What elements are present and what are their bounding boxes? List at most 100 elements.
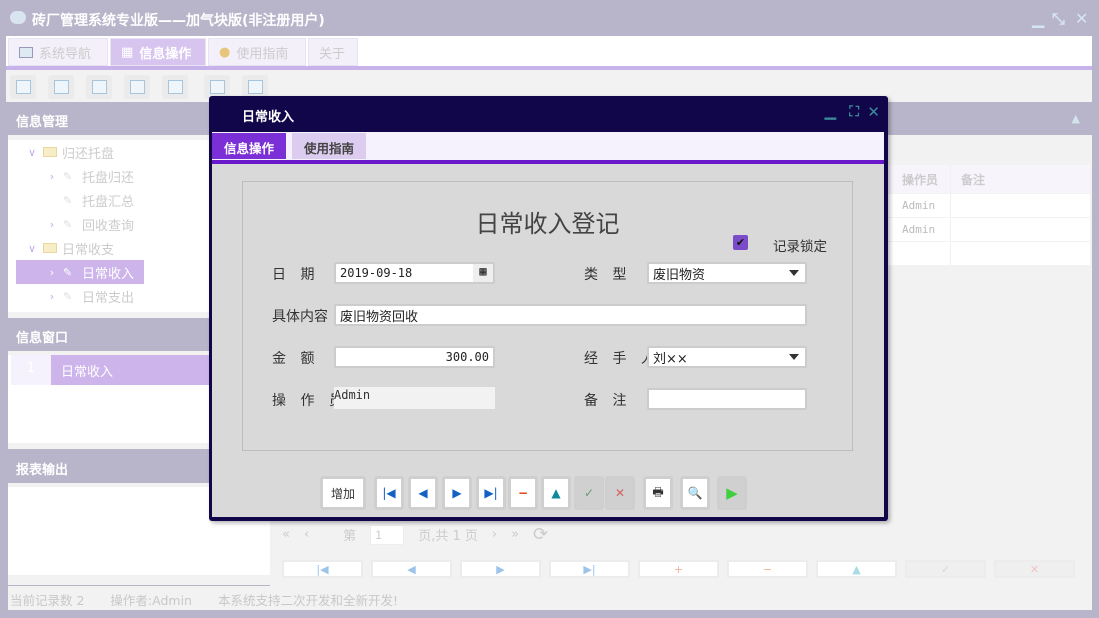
table-row-empty	[887, 242, 1090, 266]
add-record-button[interactable]: +	[638, 560, 719, 578]
window-icon	[247, 80, 263, 94]
type-label: 类 型	[584, 267, 632, 283]
first-page-button[interactable]: «	[282, 527, 290, 542]
chevron-down-icon	[789, 354, 799, 360]
cell-operator: Admin	[887, 194, 951, 217]
confirm-button[interactable]: ✓	[574, 476, 604, 510]
search-tool-button[interactable]	[10, 75, 36, 99]
dialog-tab-info-operation[interactable]: 信息操作	[212, 133, 287, 159]
table-row[interactable]: Admin	[887, 194, 1090, 218]
table-row[interactable]: Admin	[887, 218, 1090, 242]
record-lock-checkbox[interactable]: ✔	[733, 235, 748, 250]
grid-header: 操作员 备注	[887, 165, 1090, 194]
next-record-button[interactable]: ▶	[460, 560, 541, 578]
app-title: 砖厂管理系统专业版——加气块版(非注册用户)	[32, 13, 325, 29]
tab-info-operation[interactable]: ▦ 信息操作	[110, 38, 206, 66]
edit-button[interactable]: ▲	[541, 476, 571, 510]
tool-icon: ✎	[63, 169, 73, 183]
tab-about[interactable]: 关于	[308, 38, 358, 66]
window-index: 1	[11, 355, 51, 385]
prev-button[interactable]: ◀	[408, 476, 438, 510]
export-icon	[209, 80, 225, 94]
dialog-tab-user-guide[interactable]: 使用指南	[292, 133, 367, 159]
dialog-close-icon[interactable]: ✕	[867, 103, 880, 121]
amount-field[interactable]: 300.00	[334, 346, 495, 368]
document-tool-button[interactable]	[86, 75, 112, 99]
screen-tool-button[interactable]	[162, 75, 188, 99]
remark-field[interactable]	[647, 388, 807, 410]
dialog-body: 日常收入登记 ✔ 记录锁定 日 期 2019-09-18 ▦ 类 型 废旧物资 具…	[212, 164, 884, 517]
last-record-button[interactable]: ▶|	[549, 560, 630, 578]
last-button[interactable]: ▶|	[476, 476, 506, 510]
dialog-tabs: 信息操作 使用指南	[212, 132, 884, 162]
edit-record-button[interactable]: ▲	[816, 560, 897, 578]
content-field[interactable]: 废旧物资回收	[334, 304, 807, 326]
tab-label: 信息操作	[139, 46, 192, 62]
list-icon	[53, 80, 69, 94]
tab-label: 系统导航	[39, 46, 92, 62]
amount-label: 金 额	[272, 351, 320, 367]
dialog-minimize-icon[interactable]: ▁	[824, 102, 836, 120]
run-button[interactable]: ▶	[717, 476, 747, 510]
calendar-icon[interactable]: ▦	[473, 264, 493, 282]
content-label: 具体内容	[272, 309, 328, 325]
income-form: 日常收入登记 ✔ 记录锁定 日 期 2019-09-18 ▦ 类 型 废旧物资 具…	[242, 181, 853, 451]
record-count: 当前记录数 2	[10, 593, 85, 608]
tree-item-daily-income[interactable]: › ✎ 日常收入	[16, 260, 144, 284]
status-operator: 操作者:Admin	[110, 593, 192, 608]
tool-icon: ✎	[63, 265, 73, 279]
type-select[interactable]: 废旧物资	[647, 262, 807, 284]
dialog-title: 日常收入	[242, 110, 295, 125]
list-tool-button[interactable]	[48, 75, 74, 99]
refresh-icon[interactable]: ⟳	[533, 524, 548, 545]
monitor-icon	[19, 46, 33, 58]
dialog-maximize-icon[interactable]: ⛶	[849, 104, 859, 120]
play-icon: ▶	[720, 479, 744, 507]
page-prefix: 第	[343, 529, 357, 544]
close-icon[interactable]: ✕	[1075, 9, 1088, 28]
cancel-record-button[interactable]: ✕	[994, 560, 1075, 578]
chevron-down-icon	[789, 270, 799, 276]
document-icon	[91, 80, 107, 94]
folder-icon	[43, 243, 57, 253]
collapse-up-icon[interactable]: ▲	[1072, 112, 1080, 125]
printer-icon: 🖶	[646, 479, 670, 507]
user-tool-button[interactable]	[124, 75, 150, 99]
form-heading: 日常收入登记	[475, 210, 620, 238]
tab-label: 关于	[319, 46, 346, 62]
column-header-remark[interactable]: 备注	[951, 171, 985, 188]
prev-record-button[interactable]: ◀	[371, 560, 452, 578]
first-button[interactable]: |◀	[374, 476, 404, 510]
page-suffix: 页,共 1 页	[418, 529, 478, 544]
remark-label: 备 注	[584, 393, 632, 409]
tab-user-guide[interactable]: ● 使用指南	[208, 38, 306, 66]
screen-icon	[167, 80, 183, 94]
main-tabs: 系统导航 ▦ 信息操作 ● 使用指南 关于	[6, 36, 1092, 66]
cancel-button[interactable]: ✕	[605, 476, 635, 510]
tab-label: 使用指南	[236, 46, 289, 62]
next-button[interactable]: ▶	[442, 476, 472, 510]
data-grid: 操作员 备注 Admin Admin	[887, 165, 1090, 266]
restore-icon[interactable]: ⤡	[1052, 9, 1065, 29]
confirm-record-button[interactable]: ✓	[905, 560, 986, 578]
add-button[interactable]: 增加	[320, 476, 366, 510]
first-record-button[interactable]: |◀	[282, 560, 363, 578]
last-page-button[interactable]: »	[511, 527, 519, 542]
next-page-button[interactable]: ›	[492, 527, 497, 542]
status-note: 本系统支持二次开发和全新开发!	[217, 593, 398, 608]
tab-system-nav[interactable]: 系统导航	[8, 38, 108, 66]
minimize-icon[interactable]: ▁	[1032, 9, 1044, 28]
user-icon	[129, 80, 145, 94]
main-header: ▲	[887, 105, 1092, 135]
handler-select[interactable]: 刘××	[647, 346, 807, 368]
pager: « ‹ 第 页,共 1 页 › » ⟳	[282, 524, 548, 545]
prev-page-button[interactable]: ‹	[304, 527, 309, 542]
date-field[interactable]: 2019-09-18 ▦	[334, 262, 495, 284]
column-header-operator[interactable]: 操作员	[887, 165, 951, 193]
page-input[interactable]	[370, 524, 405, 545]
delete-record-button[interactable]: −	[727, 560, 808, 578]
title-bar: 砖厂管理系统专业版——加气块版(非注册用户) ▁ ⤡ ✕	[0, 0, 1099, 36]
print-button[interactable]: 🖶	[643, 476, 673, 510]
preview-button[interactable]: 🔍	[680, 476, 710, 510]
delete-button[interactable]: −	[508, 476, 538, 510]
